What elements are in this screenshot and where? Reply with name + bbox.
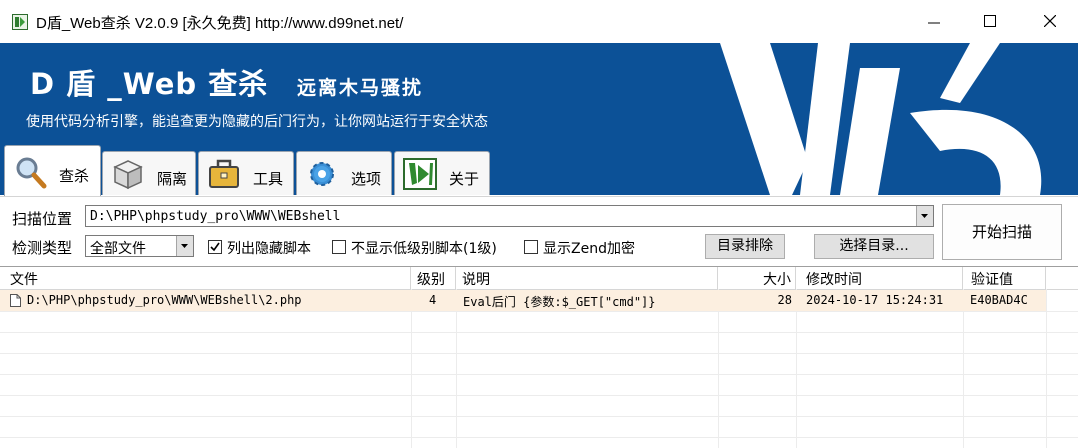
grid-line (0, 395, 1078, 396)
grid-line (796, 289, 797, 448)
cell-size: 28 (777, 293, 792, 307)
gear-icon (310, 162, 334, 186)
window-title: D盾_Web查杀 V2.0.9 [永久免费] http://www.d99net… (36, 15, 404, 32)
results-table: 文件 级别 说明 大小 修改时间 验证值 D:\PHP\phpstudy_pro… (0, 266, 1078, 448)
tab-label: 关于 (449, 170, 480, 188)
tab-options[interactable]: 选项 (296, 151, 392, 195)
cell-file: D:\PHP\phpstudy_pro\WWW\WEBshell\2.php (27, 293, 302, 307)
dshield-logo-icon (403, 158, 437, 190)
detect-type-select[interactable]: 全部文件 (85, 235, 194, 257)
scan-location-combo[interactable]: D:\PHP\phpstudy_pro\WWW\WEBshell (85, 205, 934, 227)
app-icon (12, 14, 28, 30)
show-zend-label: 显示Zend加密 (543, 241, 635, 257)
minimize-button[interactable] (904, 0, 966, 43)
banner-title: D 盾 _Web 查杀 (30, 67, 269, 101)
list-hidden-label: 列出隐藏脚本 (227, 241, 311, 257)
cell-desc: Eval后门 {参数:$_GET["cmd"]} (463, 295, 656, 309)
col-desc[interactable]: 说明 (456, 267, 718, 289)
checkbox-icon[interactable] (332, 240, 346, 254)
exclude-dir-button[interactable]: 目录排除 (705, 234, 785, 259)
grid-line (456, 289, 457, 448)
grid-line (0, 311, 1078, 312)
col-mtime[interactable]: 修改时间 (796, 267, 963, 289)
file-icon (10, 294, 21, 307)
cell-level: 4 (429, 293, 437, 307)
banner-subtitle: 远离木马骚扰 (297, 77, 424, 99)
tab-label: 选项 (351, 170, 382, 188)
hide-lowlevel-label: 不显示低级别脚本(1级) (351, 241, 497, 257)
tab-about[interactable]: 关于 (394, 151, 490, 195)
box-icon (113, 160, 143, 190)
col-hash[interactable]: 验证值 (963, 267, 1046, 289)
checkbox-checked-icon[interactable] (208, 240, 222, 254)
detect-type-value: 全部文件 (90, 241, 146, 257)
maximize-button[interactable] (960, 0, 1022, 43)
tab-label: 查杀 (59, 167, 90, 185)
cell-mtime: 2024-10-17 15:24:31 (806, 293, 944, 307)
list-hidden-checkbox[interactable]: 列出隐藏脚本 (208, 238, 311, 258)
checkbox-icon[interactable] (524, 240, 538, 254)
grid-line (718, 289, 719, 448)
tab-scan[interactable]: 查杀 (4, 145, 101, 197)
magnifier-icon (16, 157, 47, 189)
table-row[interactable]: D:\PHP\phpstudy_pro\WWW\WEBshell\2.php 4… (0, 290, 1046, 311)
dropdown-arrow-icon[interactable] (916, 206, 933, 226)
detect-type-label: 检测类型 (12, 239, 73, 257)
grid-line (0, 332, 1078, 333)
select-dir-button[interactable]: 选择目录... (814, 234, 934, 259)
scan-location-value: D:\PHP\phpstudy_pro\WWW\WEBshell (90, 209, 341, 224)
tab-label: 工具 (253, 170, 284, 188)
tab-bar: 查杀 隔离 工具 选项 关于 (0, 145, 1078, 197)
grid-line (963, 289, 964, 448)
dropdown-arrow-icon[interactable] (176, 236, 193, 256)
table-header: 文件 级别 说明 大小 修改时间 验证值 (0, 267, 1078, 290)
grid-line (0, 437, 1078, 438)
tab-quarantine[interactable]: 隔离 (102, 151, 196, 195)
cell-hash: E40BAD4C (970, 293, 1028, 307)
grid-line (0, 416, 1078, 417)
scan-location-label: 扫描位置 (12, 210, 73, 228)
grid-line (411, 289, 412, 448)
start-scan-button[interactable]: 开始扫描 (942, 204, 1062, 260)
tab-tools[interactable]: 工具 (198, 151, 294, 195)
title-bar: D盾_Web查杀 V2.0.9 [永久免费] http://www.d99net… (0, 0, 1078, 44)
briefcase-icon (209, 159, 239, 188)
grid-line (0, 374, 1078, 375)
col-file[interactable]: 文件 (0, 267, 411, 289)
hide-lowlevel-checkbox[interactable]: 不显示低级别脚本(1级) (332, 238, 497, 258)
tab-label: 隔离 (157, 170, 188, 188)
grid-line (0, 353, 1078, 354)
scan-control-panel: 扫描位置 D:\PHP\phpstudy_pro\WWW\WEBshell 检测… (0, 196, 1078, 266)
close-button[interactable] (1020, 0, 1078, 43)
col-size[interactable]: 大小 (718, 267, 796, 289)
banner-slogan: 使用代码分析引擎，能追查更为隐藏的后门行为，让你网站运行于安全状态 (26, 114, 488, 130)
show-zend-checkbox[interactable]: 显示Zend加密 (524, 238, 635, 258)
col-level[interactable]: 级别 (411, 267, 456, 289)
grid-line (1046, 289, 1047, 448)
